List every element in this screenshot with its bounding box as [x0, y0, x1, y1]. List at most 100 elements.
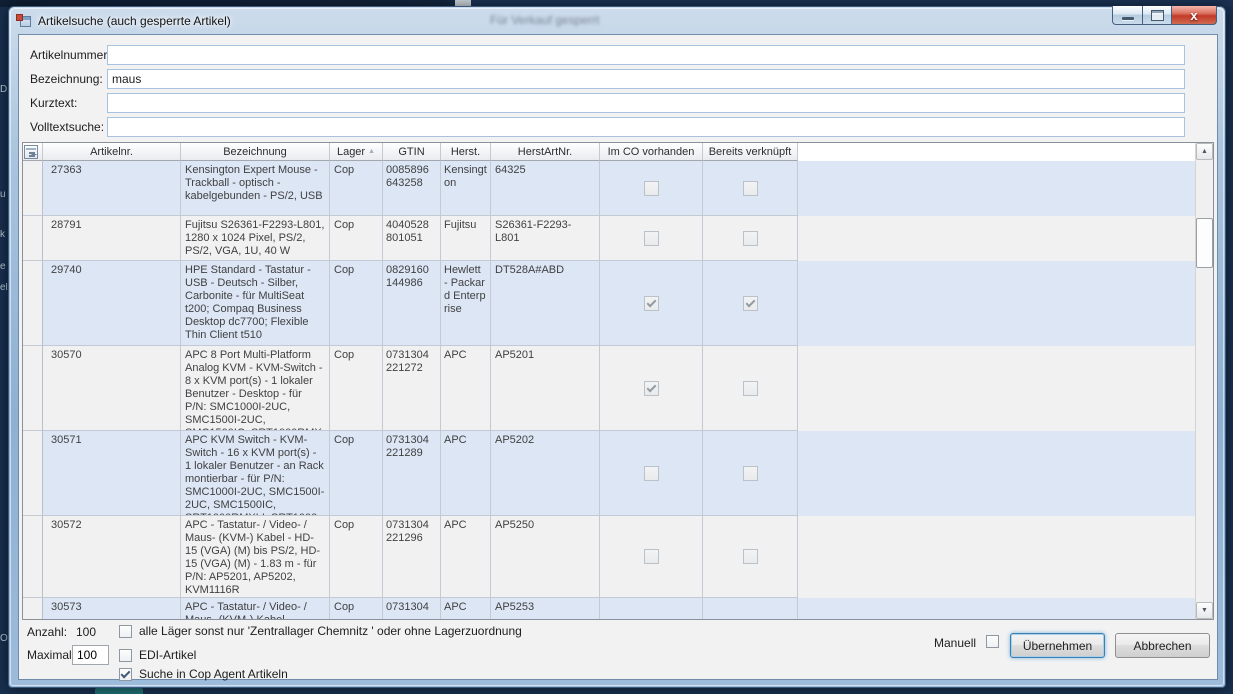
grid-cell: Hewlett - Packard Enterprise: [441, 261, 491, 346]
close-button[interactable]: x: [1172, 6, 1217, 25]
grid-cell: 30572: [43, 516, 181, 598]
im-co-checkbox: [644, 181, 659, 196]
column-header-herstartnr-[interactable]: HerstArtNr.: [491, 143, 600, 161]
grid-cell: [703, 598, 798, 619]
grid-cell: AP5201: [491, 346, 600, 431]
background-window-text: Für Verkauf gesperrt: [490, 13, 599, 27]
grid-cell: Kensington: [441, 161, 491, 216]
grid-cell: 29740: [43, 261, 181, 346]
grid-cell: S26361-F2293-L801: [491, 216, 600, 261]
footer-checkbox-0[interactable]: [119, 625, 132, 638]
column-header-lager[interactable]: Lager▲: [330, 143, 383, 161]
im-co-checkbox: [644, 549, 659, 564]
grid-cell: Fujitsu S26361-F2293-L801, 1280 x 1024 P…: [181, 216, 330, 261]
footer-checkbox-1[interactable]: [119, 649, 132, 662]
grid-cell: Cop: [330, 431, 383, 516]
grid-cell: [600, 346, 703, 431]
artikelnummer-label: Artikelnummer:: [30, 48, 111, 62]
grid-cell: 30573: [43, 598, 181, 619]
grid-cell: 4040528 801051: [383, 216, 441, 261]
abbrechen-button[interactable]: Abbrechen: [1115, 633, 1210, 658]
grid-cell: [23, 216, 43, 261]
vertical-scrollbar[interactable]: ▲ ▼: [1195, 143, 1213, 619]
sort-ascending-icon: ▲: [368, 148, 375, 155]
table-row[interactable]: 30571APC KVM Switch - KVM-Switch - 16 x …: [23, 431, 1195, 516]
artikelnummer-input[interactable]: [107, 45, 1185, 65]
grid-cell: [23, 261, 43, 346]
footer-checkbox-2[interactable]: [119, 668, 132, 681]
maximal-label: Maximal:: [27, 648, 75, 662]
im-co-checkbox: [644, 466, 659, 481]
grid-cell: [703, 516, 798, 598]
grid-cell: [600, 216, 703, 261]
footer-checkbox-label-0: alle Läger sonst nur 'Zentrallager Chemn…: [139, 624, 522, 638]
grid-cell: AP5253: [491, 598, 600, 619]
grid-cell: [600, 516, 703, 598]
anzahl-label: Anzahl:: [27, 625, 67, 639]
verknuepft-checkbox: [743, 549, 758, 564]
grid-cell: DT528A#ABD: [491, 261, 600, 346]
grid-cell: Cop: [330, 516, 383, 598]
grid-cell: [600, 598, 703, 619]
titlebar[interactable]: Artikelsuche (auch gesperrte Artikel) Fü…: [9, 7, 1225, 34]
grid-cell: Kensington Expert Mouse - Trackball - op…: [181, 161, 330, 216]
grid-cell: APC: [441, 516, 491, 598]
grid-cell: [703, 431, 798, 516]
column-header-bezeichnung[interactable]: Bezeichnung: [181, 143, 330, 161]
close-icon: x: [1190, 9, 1197, 22]
bezeichnung-input[interactable]: [107, 69, 1185, 89]
volltextsuche-label: Volltextsuche:: [30, 120, 104, 134]
table-row[interactable]: 30572APC - Tastatur- / Video- / Maus- (K…: [23, 516, 1195, 598]
manuell-checkbox[interactable]: [986, 635, 999, 648]
artikelsuche-dialog: Artikelsuche (auch gesperrte Artikel) Fü…: [8, 6, 1226, 688]
grid-body: 27363Kensington Expert Mouse - Trackball…: [23, 161, 1195, 619]
grid-cell: APC 8 Port Multi-Platform Analog KVM - K…: [181, 346, 330, 431]
kurztext-input[interactable]: [107, 93, 1185, 113]
grid-cell: [600, 161, 703, 216]
grid-cell: [23, 431, 43, 516]
column-chooser-icon: [24, 145, 38, 159]
table-row[interactable]: 30570APC 8 Port Multi-Platform Analog KV…: [23, 346, 1195, 431]
grid-cell: Cop: [330, 216, 383, 261]
grid-cell: Cop: [330, 161, 383, 216]
scroll-down-icon[interactable]: ▼: [1196, 602, 1213, 619]
grid-cell: [23, 598, 43, 619]
column-header-bereits-verkn-pft[interactable]: Bereits verknüpft: [703, 143, 798, 161]
grid-cell: APC - Tastatur- / Video- / Maus- (KVM-) …: [181, 516, 330, 598]
grid-cell: Cop: [330, 261, 383, 346]
scrollbar-thumb[interactable]: [1196, 218, 1213, 268]
verknuepft-checkbox: [743, 466, 758, 481]
im-co-checkbox: [644, 296, 659, 311]
window-title: Artikelsuche (auch gesperrte Artikel): [38, 14, 231, 28]
grid-cell: 28791: [43, 216, 181, 261]
column-chooser-cell[interactable]: [23, 143, 43, 161]
grid-cell: AP5202: [491, 431, 600, 516]
table-row[interactable]: 27363Kensington Expert Mouse - Trackball…: [23, 161, 1195, 216]
im-co-checkbox: [644, 231, 659, 246]
column-header-herst-[interactable]: Herst.: [441, 143, 491, 161]
minimize-button[interactable]: [1112, 6, 1142, 25]
grid-cell: [23, 346, 43, 431]
grid-cell: [600, 261, 703, 346]
grid-cell: APC: [441, 431, 491, 516]
bezeichnung-label: Bezeichnung:: [30, 72, 103, 86]
column-header-artikelnr-[interactable]: Artikelnr.: [43, 143, 181, 161]
results-grid: Artikelnr.BezeichnungLager▲GTINHerst.Her…: [22, 142, 1214, 620]
maximize-button[interactable]: [1142, 6, 1172, 25]
volltextsuche-input[interactable]: [107, 117, 1185, 137]
column-header-gtin[interactable]: GTIN: [383, 143, 441, 161]
column-header-im-co-vorhanden[interactable]: Im CO vorhanden: [600, 143, 703, 161]
minimize-icon: [1122, 17, 1134, 20]
table-row[interactable]: 29740HPE Standard - Tastatur - USB - Deu…: [23, 261, 1195, 346]
verknuepft-checkbox: [743, 381, 758, 396]
grid-cell: [23, 161, 43, 216]
grid-cell: APC: [441, 598, 491, 619]
footer-checkbox-label-2: Suche in Cop Agent Artikeln: [139, 667, 288, 681]
maximal-input[interactable]: [72, 645, 109, 665]
grid-cell: 0731304 221289: [383, 431, 441, 516]
scroll-up-icon[interactable]: ▲: [1196, 143, 1213, 160]
verknuepft-checkbox: [743, 231, 758, 246]
table-row[interactable]: 28791Fujitsu S26361-F2293-L801, 1280 x 1…: [23, 216, 1195, 261]
table-row[interactable]: 30573APC - Tastatur- / Video- / Maus- (K…: [23, 598, 1195, 619]
uebernehmen-button[interactable]: Übernehmen: [1010, 633, 1105, 658]
